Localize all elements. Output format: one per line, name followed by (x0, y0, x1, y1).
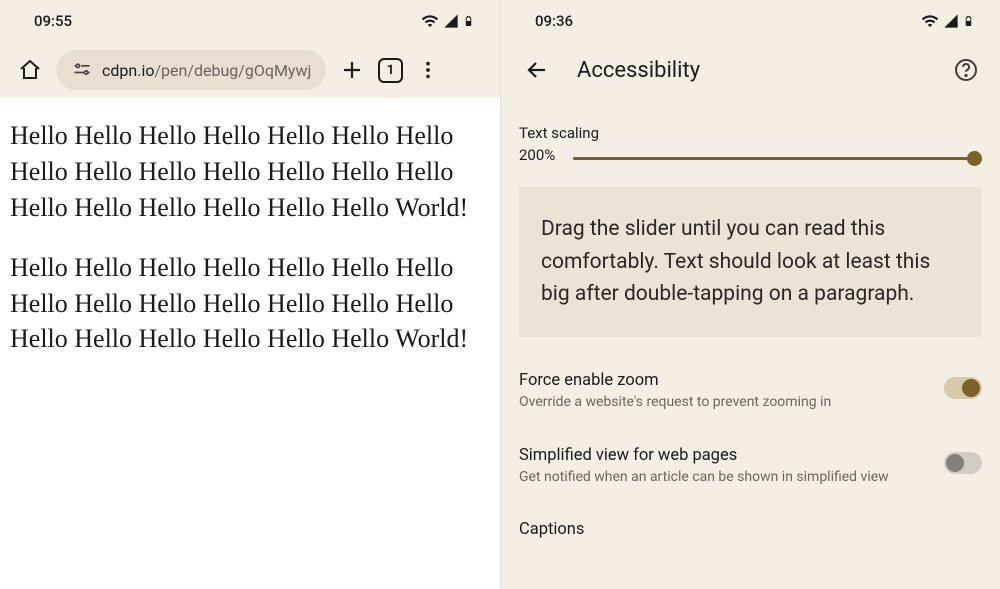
force-zoom-subtitle: Override a website's request to prevent … (519, 393, 928, 412)
address-bar[interactable]: cdpn.io/pen/debug/gOqMywj (56, 50, 326, 90)
text-scaling-slider[interactable] (573, 149, 982, 167)
battery-icon (463, 12, 474, 30)
captions-row[interactable]: Captions (519, 520, 982, 539)
wifi-icon (421, 12, 439, 30)
signal-icon (943, 13, 959, 29)
status-time: 09:55 (34, 12, 72, 30)
back-icon[interactable] (525, 58, 549, 82)
help-icon[interactable] (954, 58, 978, 82)
new-tab-icon[interactable] (340, 58, 364, 82)
home-icon[interactable] (18, 58, 42, 82)
status-bar-left: 09:55 (0, 0, 500, 42)
url-domain: cdpn.io (102, 61, 154, 80)
webpage-content: Hello Hello Hello Hello Hello Hello Hell… (0, 98, 500, 589)
signal-icon (443, 13, 459, 29)
force-zoom-row[interactable]: Force enable zoom Override a website's r… (519, 371, 982, 412)
settings-body: Text scaling 200% Drag the slider until … (501, 124, 1000, 539)
text-scaling-preview: Drag the slider until you can read this … (519, 187, 982, 337)
status-bar-right: 09:36 (501, 0, 1000, 42)
tabs-button[interactable]: 1 (378, 58, 403, 83)
browser-toolbar: cdpn.io/pen/debug/gOqMywj 1 (0, 42, 500, 98)
site-settings-icon (72, 60, 92, 80)
simplified-view-title: Simplified view for web pages (519, 446, 928, 465)
wifi-icon (921, 12, 939, 30)
url-path: /pen/debug/gOqMywj (154, 61, 311, 80)
simplified-view-toggle[interactable] (944, 452, 982, 474)
simplified-view-row[interactable]: Simplified view for web pages Get notifi… (519, 446, 982, 487)
page-title: Accessibility (577, 58, 700, 83)
status-icons (421, 12, 474, 30)
battery-icon (963, 12, 974, 30)
url-text: cdpn.io/pen/debug/gOqMywj (102, 61, 311, 80)
left-pane-browser: 09:55 cdpn.io/pen/debug/gOqMywj 1 Hello … (0, 0, 500, 589)
text-scaling-value: 200% (519, 146, 555, 164)
status-time: 09:36 (535, 12, 573, 30)
slider-track (573, 157, 976, 160)
right-pane-settings: 09:36 Accessibility Text scaling 200% Dr… (500, 0, 1000, 589)
force-zoom-title: Force enable zoom (519, 371, 928, 390)
tabs-count: 1 (387, 63, 394, 78)
overflow-menu-icon[interactable] (417, 59, 439, 81)
paragraph-1: Hello Hello Hello Hello Hello Hello Hell… (10, 118, 490, 226)
text-scaling-label: Text scaling (519, 124, 982, 142)
toggle-knob (962, 379, 980, 397)
toggle-knob (946, 454, 964, 472)
simplified-view-subtitle: Get notified when an article can be show… (519, 468, 928, 487)
status-icons (921, 12, 974, 30)
settings-header: Accessibility (501, 42, 1000, 98)
force-zoom-toggle[interactable] (944, 377, 982, 399)
paragraph-2: Hello Hello Hello Hello Hello Hello Hell… (10, 250, 490, 358)
slider-thumb[interactable] (967, 151, 982, 166)
